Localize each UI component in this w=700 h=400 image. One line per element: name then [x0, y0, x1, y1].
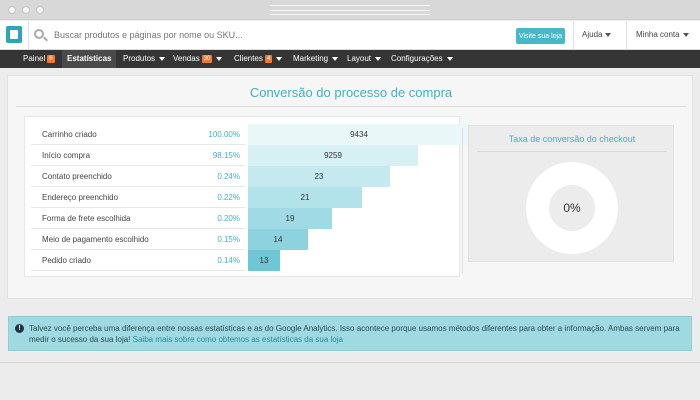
visit-store-button[interactable]: Visite sua loja: [516, 28, 565, 44]
funnel-step-label: Endereço preenchido: [42, 193, 119, 202]
funnel-step-label: Pedido criado: [42, 256, 91, 265]
funnel-bar: 9434: [248, 124, 470, 145]
window-maximize-dot[interactable]: [36, 6, 44, 14]
chevron-down-icon: [216, 56, 223, 61]
funnel-bar: 21: [248, 187, 362, 208]
help-menu[interactable]: Ajuda: [582, 30, 612, 39]
nav-label: Clientes: [234, 54, 263, 63]
nav-label: Estatísticas: [67, 54, 112, 63]
divider: [28, 21, 29, 50]
funnel-bar-value: 21: [300, 193, 310, 202]
search-input[interactable]: [54, 27, 334, 43]
window-minimize-dot[interactable]: [22, 6, 30, 14]
chevron-down-icon: [276, 56, 283, 61]
funnel-step-label: Contato preenchido: [42, 172, 112, 181]
funnel-bar: 14: [248, 229, 308, 250]
store-logo-icon[interactable]: [6, 26, 22, 43]
search-icon: [34, 29, 44, 39]
nav-label: Painel: [23, 54, 46, 63]
funnel-bar: 19: [248, 208, 332, 229]
nav-label: Produtos: [123, 54, 156, 63]
browser-chrome: [0, 0, 700, 20]
funnel-step-percent: 0.14%: [217, 256, 240, 265]
divider: [573, 21, 574, 50]
rate-title: Taxa de conversão do checkout: [508, 134, 636, 144]
divider: [0, 362, 700, 363]
nav-item-layout[interactable]: Layout: [342, 50, 386, 68]
funnel-bar: 9259: [248, 145, 418, 166]
nav-label: Layout: [347, 54, 372, 63]
funnel-step-label: Início compra: [42, 151, 91, 160]
divider: [457, 128, 463, 274]
chevron-down-icon: [446, 56, 453, 61]
nav-label: Vendas: [173, 54, 200, 63]
funnel-bar-value: 14: [273, 235, 283, 244]
funnel-row: Meio de pagamento escolhido 0.15% 14: [25, 229, 459, 250]
divider: [477, 151, 667, 152]
nav-item-clientes[interactable]: Clientes 4: [229, 50, 287, 68]
info-banner: ! Talvez você perceba uma diferença entr…: [8, 316, 692, 351]
rate-donut-chart: 0%: [526, 162, 618, 254]
funnel-step-percent: 0.22%: [217, 193, 240, 202]
nav-item-produtos[interactable]: Produtos: [118, 50, 170, 68]
top-bar: Visite sua loja Ajuda Minha conta: [0, 21, 700, 50]
funnel-step-label: Meio de pagamento escolhido: [42, 235, 149, 244]
funnel-step-label: Forma de frete escolhida: [42, 214, 131, 223]
nav-badge: 4: [264, 55, 273, 63]
divider: [16, 106, 686, 107]
funnel-bar-value: 9259: [324, 151, 342, 160]
funnel-row: Endereço preenchido 0.22% 21: [25, 187, 459, 208]
rate-value: 0%: [549, 185, 595, 231]
chevron-down-icon: [682, 32, 689, 37]
info-text: Talvez você perceba uma diferença entre …: [29, 324, 680, 344]
funnel-bar: 13: [248, 250, 280, 271]
info-icon: !: [15, 324, 24, 333]
funnel-bar-value: 19: [285, 214, 295, 223]
chevron-down-icon: [605, 32, 612, 37]
help-label: Ajuda: [582, 30, 603, 39]
nav-badge: 6: [47, 55, 55, 63]
nav-item-configuracoes[interactable]: Configurações: [386, 50, 458, 68]
funnel-bar-value: 13: [259, 256, 269, 265]
funnel-row: Início compra 98.15% 9259: [25, 145, 459, 166]
divider: [31, 270, 245, 271]
funnel-step-percent: 0.15%: [217, 235, 240, 244]
chevron-down-icon: [159, 56, 166, 61]
checkout-rate-card: Taxa de conversão do checkout 0%: [468, 125, 674, 262]
chevron-down-icon: [332, 56, 339, 61]
main-nav: Painel 6 Estatísticas Produtos Vendas 30 C…: [0, 50, 700, 68]
funnel-row: Contato preenchido 0.24% 23: [25, 166, 459, 187]
account-menu[interactable]: Minha conta: [636, 30, 689, 39]
chevron-down-icon: [375, 56, 382, 61]
nav-item-vendas[interactable]: Vendas 30: [168, 50, 227, 68]
nav-badge: 30: [201, 55, 213, 63]
nav-item-marketing[interactable]: Marketing: [288, 50, 343, 68]
funnel-bar: 23: [248, 166, 390, 187]
funnel-row: Pedido criado 0.14% 13: [25, 250, 459, 271]
nav-item-estatisticas[interactable]: Estatísticas: [62, 50, 117, 68]
address-bar-placeholder: [270, 5, 430, 15]
nav-item-painel[interactable]: Painel 6: [18, 50, 60, 68]
funnel-step-percent: 100.00%: [208, 130, 240, 139]
nav-label: Marketing: [293, 54, 329, 63]
divider: [626, 21, 627, 50]
funnel-step-label: Carrinho criado: [42, 130, 97, 139]
account-label: Minha conta: [636, 30, 680, 39]
panel-title: Conversão do processo de compra: [249, 85, 453, 100]
funnel-row: Forma de frete escolhida 0.20% 19: [25, 208, 459, 229]
conversion-funnel: Carrinho criado 100.00% 9434 Início compra 9…: [24, 116, 470, 277]
funnel-step-percent: 0.24%: [217, 172, 240, 181]
window-close-dot[interactable]: [8, 6, 16, 14]
funnel-bar-value: 9434: [350, 130, 368, 139]
info-link[interactable]: Saiba mais sobre como obtemos as estatís…: [133, 335, 343, 344]
funnel-step-percent: 0.20%: [217, 214, 240, 223]
browser-window: Visite sua loja Ajuda Minha conta Painel…: [0, 0, 700, 400]
funnel-bar-value: 23: [314, 172, 324, 181]
funnel-step-percent: 98.15%: [212, 151, 240, 160]
nav-label: Configurações: [391, 54, 443, 63]
funnel-row: Carrinho criado 100.00% 9434: [25, 124, 470, 145]
